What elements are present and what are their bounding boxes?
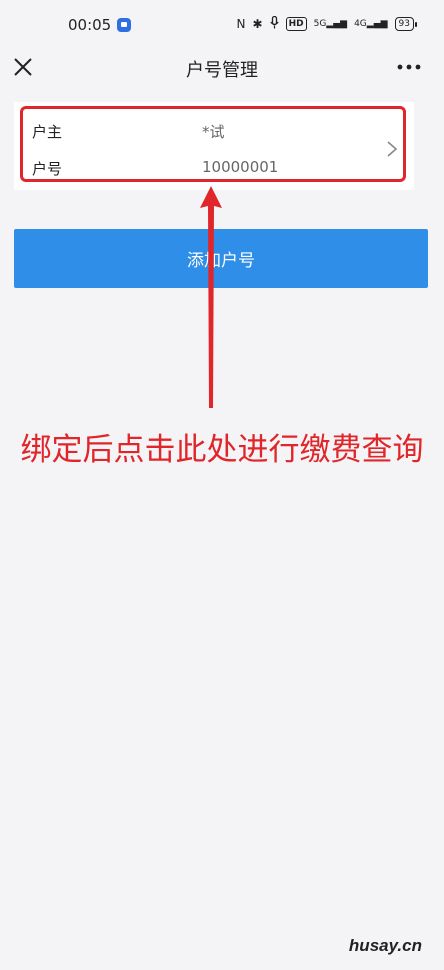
account-card[interactable]: 户主 *试 户号 10000001 [14,102,414,190]
owner-label: 户主 [32,123,63,141]
status-bar: 00:05 N ✱ HD 5G▂▄▆ 4G▂▄▆ 93 [0,0,444,50]
chevron-right-icon [387,141,398,157]
battery-icon: 93 [394,17,418,31]
system-icons: N ✱ HD 5G▂▄▆ 4G▂▄▆ 93 [236,15,418,32]
more-button[interactable] [394,54,424,80]
signal-4g-icon: 4G▂▄▆ [354,18,388,29]
signal-5g-icon: 5G▂▄▆ [313,18,348,29]
app-notification-icon [117,18,131,32]
page-title: 户号管理 [186,60,258,81]
add-account-button[interactable]: 添加户号 [14,229,428,288]
watermark: husay.cn [348,936,422,955]
account-number-label: 户号 [32,160,63,178]
signal-4g-label: 4G [354,18,367,29]
nav-bar: 户号管理 [0,50,444,90]
hd-icon: HD [285,17,307,31]
battery-level: 93 [398,19,410,29]
microphone-icon [269,15,279,32]
account-number-value: 10000001 [202,158,279,176]
signal-5g-label: 5G [313,18,327,29]
arrow-up-annotation-icon [200,186,222,408]
nfc-icon: N [236,17,246,31]
bluetooth-icon: ✱ [252,17,263,31]
instruction-annotation-text: 绑定后点击此处进行缴费查询 [20,432,424,468]
more-dots-icon [397,64,421,70]
owner-value: *试 [202,123,225,141]
status-time: 00:05 [68,16,112,34]
